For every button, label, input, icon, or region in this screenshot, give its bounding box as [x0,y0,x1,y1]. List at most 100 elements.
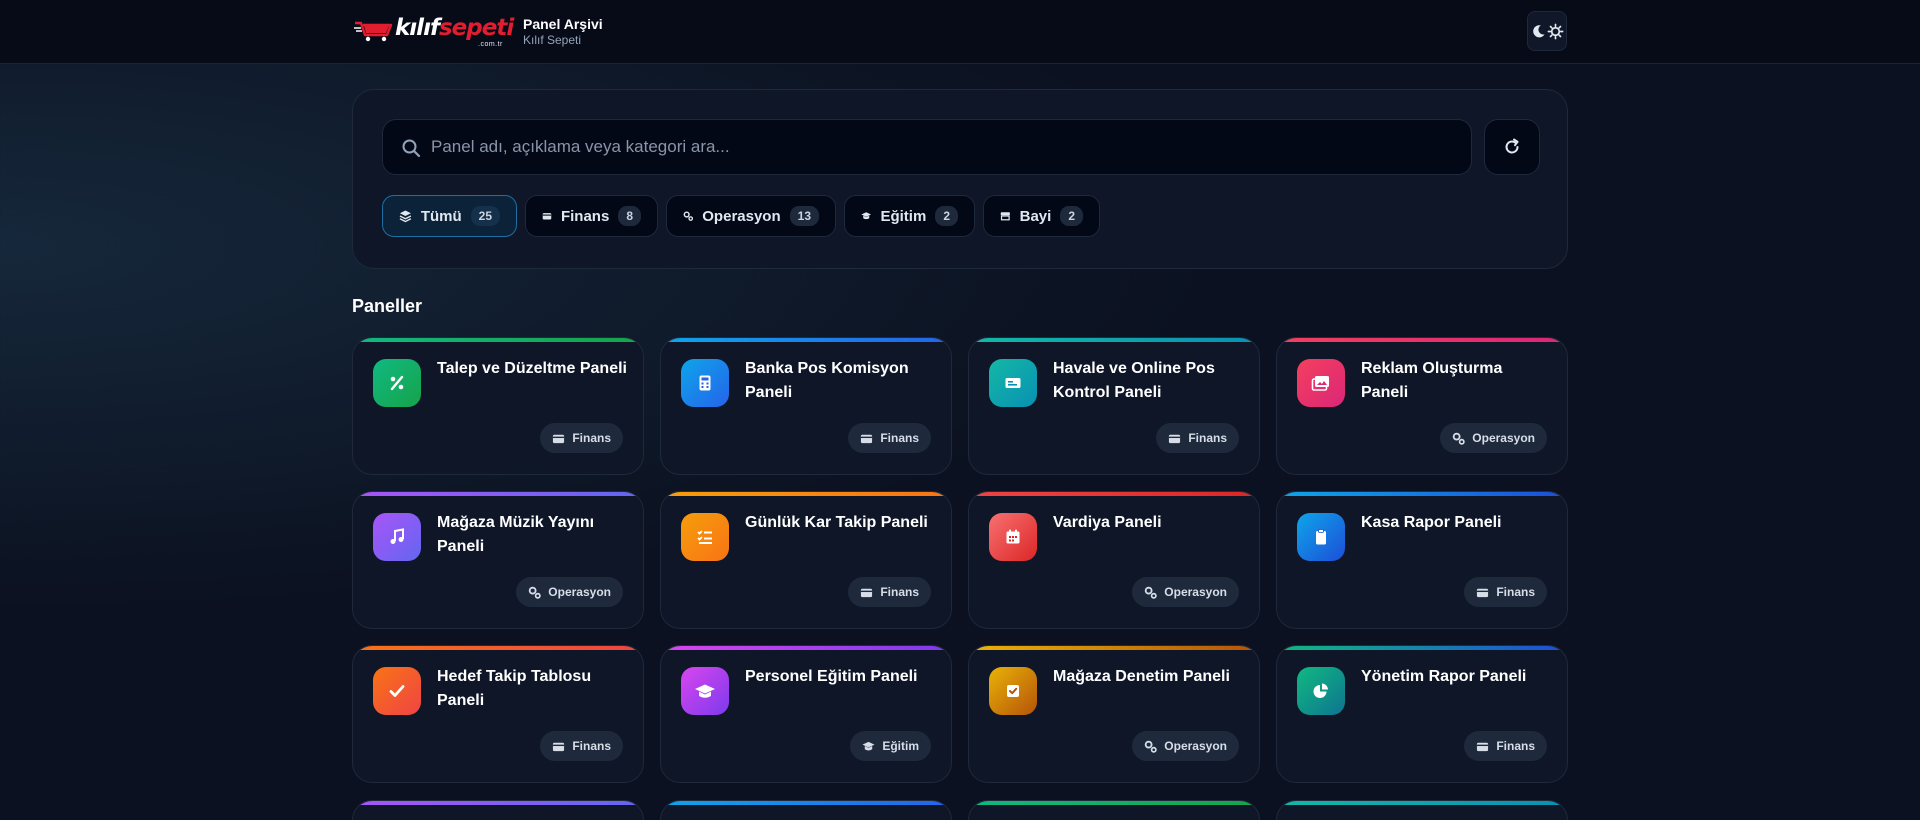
panel-card[interactable]: Banka Pos Komisyon Paneli Finans [660,337,952,475]
filter-chip-finans[interactable]: Finans 8 [525,195,658,237]
category-tag-label: Finans [1188,431,1227,445]
card-title: Reklam Oluşturma Paneli [1361,360,1503,401]
card-accent-bar [353,801,643,805]
square-check-icon [1007,685,1019,697]
panel-card[interactable]: Hedef Takip Tablosu Paneli Finans [352,645,644,783]
category-tag: Eğitim [850,731,931,761]
filter-chip-count: 25 [470,206,500,226]
check-icon [389,685,405,697]
moon-icon [1532,24,1545,37]
panel-card[interactable]: Günlük Kar Takip Paneli Finans [660,491,952,629]
wallet-icon [861,588,873,597]
music-icon [390,528,404,544]
category-tag: Operasyon [516,577,623,607]
card-title: Banka Pos Komisyon Paneli [745,360,909,401]
sun-icon [1547,23,1563,39]
logo-text-white: kılıf [395,15,440,41]
panel-card[interactable]: Mağaza Denetim Paneli Operasyon [968,645,1260,783]
category-tag-label: Eğitim [882,739,919,753]
category-tag-label: Finans [1496,585,1535,599]
gears-icon [1453,432,1466,445]
panel-card-partial[interactable] [660,800,952,820]
list-check-icon [697,530,712,544]
graduation-cap-icon [695,684,715,698]
card-title: Mağaza Müzik Yayını Paneli [437,514,595,555]
layers-icon [399,210,412,223]
search-filter-panel: Tümü 25 Finans 8 Operasyon 13 Eğitim [352,89,1568,269]
store-icon [1000,212,1010,221]
card-title: Yönetim Rapor Paneli [1361,668,1527,685]
card-title: Kasa Rapor Paneli [1361,514,1502,531]
category-tag: Finans [848,423,931,453]
card-title: Vardiya Paneli [1053,514,1162,531]
card-accent-bar [969,646,1259,650]
panel-card[interactable]: Talep ve Düzeltme Paneli Finans [352,337,644,475]
graduation-cap-icon [861,212,872,220]
panel-card[interactable]: Personel Eğitim Paneli Eğitim [660,645,952,783]
calendar-icon [1006,529,1020,544]
panel-card[interactable]: Reklam Oluşturma Paneli Operasyon [1276,337,1568,475]
wallet-icon [553,742,565,751]
category-tag-label: Operasyon [548,585,611,599]
card-icon-tile [681,513,729,561]
card-icon-tile [1297,513,1345,561]
card-title: Havale ve Online Pos Kontrol Paneli [1053,360,1215,401]
brand-text: Panel Arşivi Kılıf Sepeti [523,15,683,48]
wallet-icon [1169,434,1181,443]
panel-card[interactable]: Yönetim Rapor Paneli Finans [1276,645,1568,783]
search-input[interactable] [431,120,1461,174]
card-accent-bar [353,646,643,650]
card-icon-tile [989,667,1037,715]
money-bill-icon [1005,378,1021,388]
filter-chip-count: 2 [935,206,958,226]
chart-pie-icon [1313,683,1328,698]
filter-chip-count: 8 [618,206,641,226]
gears-icon [1145,586,1158,599]
refresh-button[interactable] [1484,119,1540,175]
card-accent-bar [1277,492,1567,496]
panel-card[interactable]: Havale ve Online Pos Kontrol Paneli Fina… [968,337,1260,475]
filter-chip-operasyon[interactable]: Operasyon 13 [666,195,836,237]
filter-chip-egitim[interactable]: Eğitim 2 [844,195,975,237]
gears-icon [683,211,694,221]
card-icon-tile [1297,359,1345,407]
filter-chip-label: Tümü [420,207,462,225]
panel-card-partial[interactable] [1276,800,1568,820]
logo-domain: .com.tr [478,41,503,48]
panel-card[interactable]: Vardiya Paneli Operasyon [968,491,1260,629]
theme-toggle-button[interactable] [1527,11,1567,51]
brand[interactable]: kılıfsepeti .com.tr Panel Arşivi Kılıf S… [354,13,603,51]
section-title: Paneller [352,296,423,316]
card-title: Personel Eğitim Paneli [745,668,918,685]
card-icon-tile [681,667,729,715]
filter-chip-label: Bayi [1019,207,1052,225]
category-tag-label: Finans [1496,739,1535,753]
app-subtitle: Kılıf Sepeti [523,33,582,47]
panel-card-partial[interactable] [968,800,1260,820]
panel-card[interactable]: Mağaza Müzik Yayını Paneli Operasyon [352,491,644,629]
card-accent-bar [1277,646,1567,650]
card-accent-bar [353,492,643,496]
filter-chip-bayi[interactable]: Bayi 2 [983,195,1100,237]
category-tag: Finans [540,731,623,761]
card-accent-bar [969,492,1259,496]
category-tag-label: Finans [880,585,919,599]
card-icon-tile [373,359,421,407]
panel-card[interactable]: Kasa Rapor Paneli Finans [1276,491,1568,629]
percent-icon [390,375,404,391]
card-accent-bar [353,338,643,342]
filter-chip-tumu[interactable]: Tümü 25 [382,195,517,237]
category-tag-label: Operasyon [1164,585,1227,599]
card-accent-bar [661,801,951,805]
category-tag: Finans [1156,423,1239,453]
calculator-icon [699,375,711,391]
category-tag-label: Finans [880,431,919,445]
logo-text-red: sepeti [438,15,514,41]
card-accent-bar [1277,801,1567,805]
card-icon-tile [1297,667,1345,715]
wallet-icon [1477,742,1489,751]
category-tag: Finans [540,423,623,453]
wallet-icon [553,434,565,443]
panel-card-partial[interactable] [352,800,644,820]
graduation-cap-icon [862,741,875,750]
